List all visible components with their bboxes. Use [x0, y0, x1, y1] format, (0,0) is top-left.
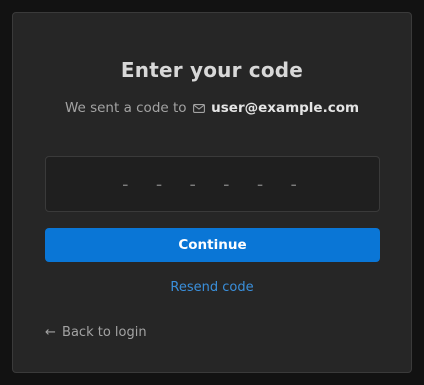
verify-code-card: Enter your code We sent a code to user@e…	[12, 12, 412, 373]
arrow-left-icon: ←	[45, 325, 56, 340]
sent-code-prefix: We sent a code to	[64, 100, 187, 116]
sent-code-message: We sent a code to user@example.com	[13, 100, 411, 116]
back-to-login-link[interactable]: ← Back to login	[45, 325, 147, 340]
recipient-email: user@example.com	[211, 100, 360, 116]
verification-code-input[interactable]	[45, 156, 380, 212]
back-to-login-label: Back to login	[62, 325, 147, 340]
resend-code-link[interactable]: Resend code	[13, 280, 411, 295]
continue-button[interactable]: Continue	[45, 228, 380, 262]
mail-icon	[192, 104, 205, 113]
page-title: Enter your code	[120, 58, 304, 82]
